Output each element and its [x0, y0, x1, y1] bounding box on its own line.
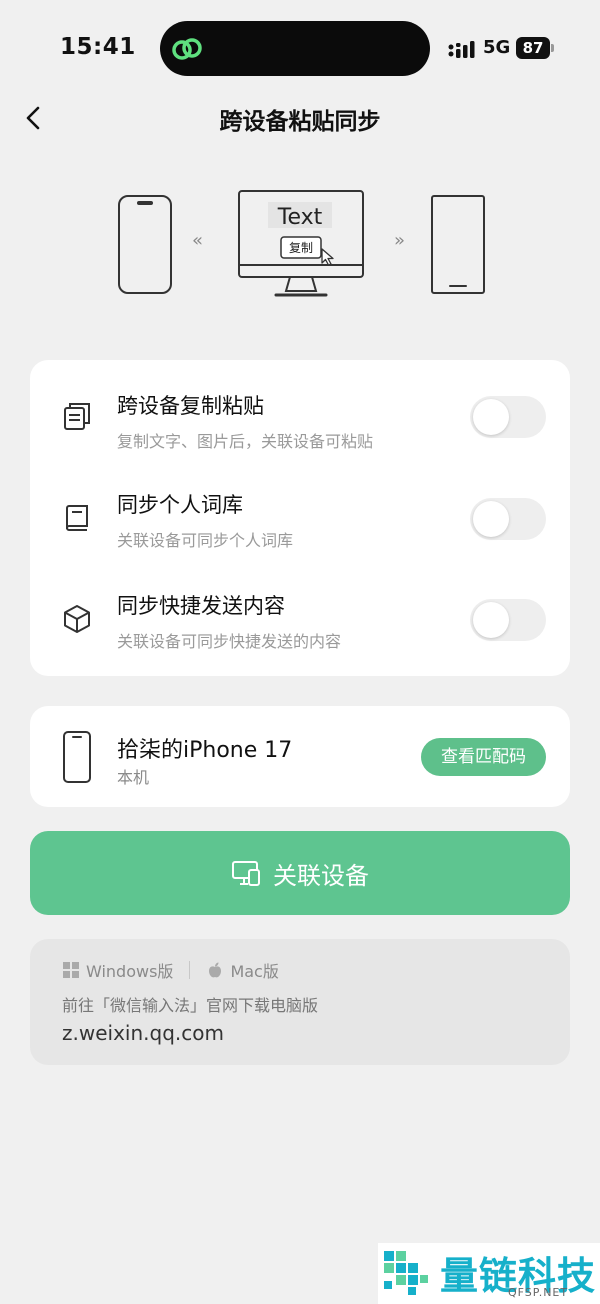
- battery-cap: [551, 44, 554, 52]
- toggle-knob: [473, 602, 509, 638]
- phone-right-icon: [431, 195, 485, 294]
- sync-illustration: « Text 复制 »: [118, 190, 485, 297]
- link-device-button-content: 关联设备: [30, 831, 570, 915]
- windows-link[interactable]: Windows版: [62, 958, 173, 982]
- copy-icon: [64, 403, 90, 430]
- setting-row-dictionary: 同步个人词库 关联设备可同步个人词库: [30, 465, 570, 566]
- dictionary-sync-toggle[interactable]: [470, 498, 546, 540]
- setting-title: 跨设备复制粘贴: [117, 394, 264, 418]
- watermark-logo-icon: [384, 1251, 428, 1295]
- link-app-icon: [172, 38, 202, 60]
- toggle-knob: [473, 501, 509, 537]
- setting-row-quick-send: 同步快捷发送内容 关联设备可同步快捷发送的内容: [30, 566, 570, 667]
- page-title: 跨设备粘贴同步: [219, 109, 381, 135]
- status-bar: 15:41 5G 87: [0, 0, 600, 96]
- device-name: 拾柒的iPhone 17: [117, 738, 293, 763]
- mac-label: Mac版: [230, 962, 279, 981]
- network-type: 5G: [483, 37, 511, 58]
- quick-send-sync-toggle[interactable]: [470, 599, 546, 641]
- monitor-icon: Text 复制: [238, 190, 364, 297]
- cursor-icon: [321, 248, 334, 266]
- view-pairing-code-button[interactable]: 查看匹配码: [421, 738, 546, 776]
- platform-divider: [189, 961, 191, 979]
- battery-icon: 87: [516, 37, 550, 59]
- setting-title: 同步快捷发送内容: [117, 594, 285, 618]
- toggle-knob: [473, 399, 509, 435]
- setting-desc: 关联设备可同步个人词库: [117, 531, 294, 550]
- setting-title: 同步个人词库: [117, 493, 243, 517]
- book-icon: [66, 505, 88, 531]
- apple-icon: [209, 962, 222, 978]
- status-time: 15:41: [60, 34, 136, 60]
- windows-label: Windows版: [86, 962, 174, 981]
- cube-icon: [64, 605, 90, 633]
- cellular-signal-icon: [448, 41, 475, 58]
- device-subtitle: 本机: [117, 768, 150, 787]
- mac-link[interactable]: Mac版: [206, 958, 279, 982]
- setting-row-clipboard: 跨设备复制粘贴 复制文字、图片后，关联设备可粘贴: [30, 364, 570, 465]
- illus-text-label: Text: [277, 205, 323, 230]
- link-device-button[interactable]: 关联设备: [30, 831, 570, 915]
- setting-desc: 关联设备可同步快捷发送的内容: [117, 632, 342, 651]
- watermark: 量链科技 QFSP.NET: [378, 1243, 600, 1304]
- windows-icon: [63, 962, 79, 978]
- watermark-subtext: QFSP.NET: [508, 1286, 569, 1299]
- nav-bar: 跨设备粘贴同步: [0, 92, 600, 144]
- arrows-left-icon: «: [192, 230, 203, 251]
- link-device-label: 关联设备: [273, 861, 369, 890]
- download-url[interactable]: z.weixin.qq.com: [62, 1021, 224, 1045]
- clipboard-sync-toggle[interactable]: [470, 396, 546, 438]
- devices-icon: [232, 861, 260, 886]
- setting-desc: 复制文字、图片后，关联设备可粘贴: [117, 432, 374, 451]
- arrows-right-icon: »: [394, 230, 405, 251]
- platform-row: Windows版 Mac版: [62, 959, 279, 981]
- illus-copy-label: 复制: [289, 241, 313, 255]
- download-instruction: 前往「微信输入法」官网下载电脑版: [62, 996, 319, 1015]
- phone-left-icon: [118, 195, 172, 294]
- phone-icon: [63, 731, 91, 783]
- sync-settings-card: 跨设备复制粘贴 复制文字、图片后，关联设备可粘贴 同步个人词库 关联设备可同步个…: [30, 360, 570, 676]
- desktop-download-card: Windows版 Mac版 前往「微信输入法」官网下载电脑版 z.weixin.…: [30, 939, 570, 1065]
- this-device-card: 拾柒的iPhone 17 本机 查看匹配码: [30, 706, 570, 807]
- dynamic-island: [160, 21, 430, 76]
